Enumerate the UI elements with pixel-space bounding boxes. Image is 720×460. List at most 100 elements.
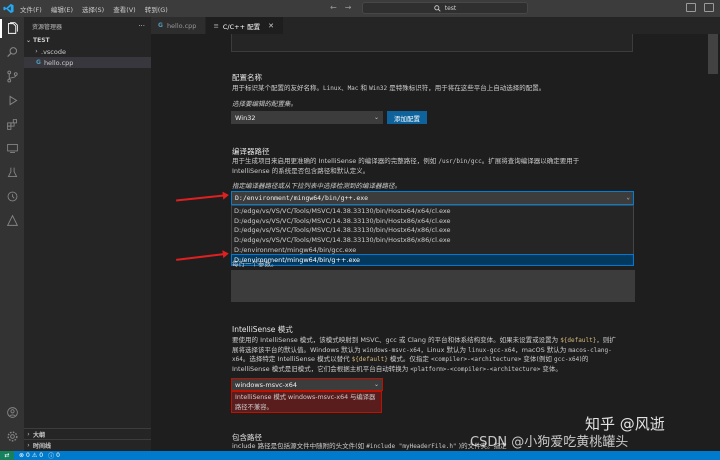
forward-arrow-icon[interactable]: → xyxy=(345,3,352,12)
chevron-right-icon: › xyxy=(27,441,30,449)
intellisense-mode-description: 要使用的 IntelliSense 模式，该模式映射到 MSVC、gcc 或 C… xyxy=(232,336,616,373)
activity-bar xyxy=(0,17,24,451)
back-arrow-icon[interactable]: ← xyxy=(330,3,337,12)
cpp-file-icon: G xyxy=(158,22,163,29)
config-select-value: Win32 xyxy=(235,113,256,122)
active-indicator xyxy=(0,19,2,38)
run-debug-icon[interactable] xyxy=(5,93,19,107)
config-select[interactable]: Win32 ⌄ xyxy=(231,111,383,124)
timeline-label: 时间线 xyxy=(33,442,52,450)
settings-gear-icon[interactable] xyxy=(5,429,19,443)
toggle-sidebar-icon[interactable] xyxy=(686,3,696,12)
config-name-title: 配置名称 xyxy=(232,73,262,82)
chevron-down-icon: ⌄ xyxy=(373,114,379,121)
layout-controls xyxy=(686,3,714,12)
compiler-path-combobox[interactable]: D:/environment/mingw64/bin/g++.exe ⌄ xyxy=(231,191,634,205)
tree-item-label: .vscode xyxy=(41,47,66,56)
previous-input-box[interactable] xyxy=(231,34,633,52)
settings-file-icon: ≡ xyxy=(213,21,219,30)
dropdown-option[interactable]: D:/edge/vs/VS/VC/Tools/MSVC/14.38.33130/… xyxy=(232,235,633,245)
outline-section[interactable]: › 大纲 xyxy=(24,428,151,439)
dropdown-option[interactable]: D:/environment/mingw64/bin/gcc.exe xyxy=(232,245,633,255)
menu-edit[interactable]: 编辑(E) xyxy=(51,4,73,14)
intellisense-mode-value: windows-msvc-x64 xyxy=(235,380,297,389)
intellisense-error-message: IntelliSense 模式 windows-msvc-x64 与编译器路径不… xyxy=(231,391,382,413)
menu-bar: 文件(F) 编辑(E) 选择(S) 查看(V) 转到(G) xyxy=(20,4,168,14)
remote-explorer-icon[interactable] xyxy=(5,141,19,155)
compiler-args-textarea[interactable] xyxy=(231,270,635,302)
chevron-down-icon: ⌄ xyxy=(626,194,630,201)
sidebar-title: 资源管理器 xyxy=(32,23,63,31)
folder-root-label: TEST xyxy=(33,37,50,44)
info-count: 0 xyxy=(56,452,60,459)
account-icon[interactable] xyxy=(5,405,19,419)
close-icon[interactable]: ✕ xyxy=(268,22,274,30)
search-icon xyxy=(434,4,441,12)
config-editor: 配置名称 用于标识某个配置的友好名称。Linux、Mac 和 Win32 是特殊… xyxy=(151,34,720,451)
csdn-watermark: CSDN @小狗爱吃黄桃罐头 xyxy=(470,435,629,450)
tab-hello-cpp[interactable]: G hello.cpp xyxy=(151,17,207,34)
testing-icon[interactable] xyxy=(5,165,19,179)
tab-cpp-config[interactable]: ≡ C/C++ 配置 ✕ xyxy=(206,17,284,34)
compiler-args-hint: 每行一个参数。 xyxy=(232,260,278,268)
editor-tabs: G hello.cpp ≡ C/C++ 配置 ✕ xyxy=(151,17,720,34)
menu-selection[interactable]: 选择(S) xyxy=(82,4,104,14)
warning-count: 0 xyxy=(39,452,44,459)
status-bar: ⇄ ⊗ 0 ⚠ 0 ⓘ 0 xyxy=(0,451,720,460)
more-actions-icon[interactable]: ··· xyxy=(138,22,145,30)
add-configuration-button[interactable]: 添加配置 xyxy=(387,111,427,124)
source-control-icon[interactable] xyxy=(5,69,19,83)
info-icon: ⓘ xyxy=(48,453,55,460)
annotation-arrow xyxy=(176,253,224,261)
intellisense-mode-select[interactable]: windows-msvc-x64 ⌄ xyxy=(231,378,383,391)
tree-item-label: hello.cpp xyxy=(43,58,74,67)
outline-label: 大纲 xyxy=(33,431,46,439)
info-indicator[interactable]: ⓘ 0 xyxy=(48,451,60,460)
explorer-icon[interactable] xyxy=(5,21,19,35)
tab-label: C/C++ 配置 xyxy=(222,22,261,31)
config-name-description: 用于标识某个配置的友好名称。Linux、Mac 和 Win32 是特殊标识符，用… xyxy=(232,84,546,92)
search-icon[interactable] xyxy=(5,45,19,59)
title-bar: 文件(F) 编辑(E) 选择(S) 查看(V) 转到(G) ← → test xyxy=(0,0,720,17)
dropdown-option[interactable]: D:/edge/vs/VS/VC/Tools/MSVC/14.38.33130/… xyxy=(232,206,633,216)
command-center-search[interactable]: test xyxy=(362,2,528,14)
compiler-path-prompt: 指定编译器路径或从下拉列表中选择检测到的编译器路径。 xyxy=(232,182,401,190)
chevron-down-icon: ⌄ xyxy=(25,37,32,44)
extensions-icon[interactable] xyxy=(5,117,19,131)
error-icon: ⊗ xyxy=(19,452,25,459)
error-count: 0 xyxy=(26,452,30,459)
toggle-panel-icon[interactable] xyxy=(704,3,714,12)
compiler-path-dropdown: D:/edge/vs/VS/VC/Tools/MSVC/14.38.33130/… xyxy=(231,205,634,266)
chevron-down-icon: ⌄ xyxy=(373,381,379,388)
compiler-path-description: 用于生成项目来启用更准确的 IntelliSense 的编译器的完整路径，例如 … xyxy=(232,157,580,175)
chevron-right-icon: › xyxy=(27,430,30,438)
command-center-text: test xyxy=(444,4,457,12)
tree-item-hello-cpp[interactable]: G hello.cpp xyxy=(24,57,151,68)
tab-label: hello.cpp xyxy=(166,21,197,30)
compiler-path-title: 编译器路径 xyxy=(232,147,270,156)
remote-indicator-icon[interactable]: ⇄ xyxy=(0,451,14,460)
dropdown-option-selected[interactable]: D:/environment/mingw64/bin/g++.exe xyxy=(231,254,634,266)
annotation-arrow xyxy=(176,194,224,202)
sidebar-header: 资源管理器 ··· xyxy=(24,17,151,35)
editor-scrollbar[interactable] xyxy=(708,34,718,74)
menu-view[interactable]: 查看(V) xyxy=(113,4,136,14)
menu-file[interactable]: 文件(F) xyxy=(20,4,42,14)
tree-item-vscode[interactable]: › .vscode xyxy=(24,46,151,57)
dropdown-option[interactable]: D:/edge/vs/VS/VC/Tools/MSVC/14.38.33130/… xyxy=(232,216,633,226)
problems-indicator[interactable]: ⊗ 0 ⚠ 0 xyxy=(19,452,43,459)
dropdown-option[interactable]: D:/edge/vs/VS/VC/Tools/MSVC/14.38.33130/… xyxy=(232,226,633,236)
timeline-icon[interactable] xyxy=(5,189,19,203)
intellisense-mode-title: IntelliSense 模式 xyxy=(232,325,293,334)
warning-icon: ⚠ xyxy=(31,452,38,459)
explorer-sidebar: 资源管理器 ··· ⌄ TEST › .vscode G hello.cpp ›… xyxy=(24,17,151,451)
cmake-icon[interactable] xyxy=(5,213,19,227)
folder-root[interactable]: ⌄ TEST xyxy=(24,35,151,46)
compiler-path-value: D:/environment/mingw64/bin/g++.exe xyxy=(235,194,369,202)
chevron-right-icon: › xyxy=(35,48,38,55)
cpp-file-icon: G xyxy=(36,59,41,66)
menu-goto[interactable]: 转到(G) xyxy=(145,4,168,14)
nav-arrows: ← → xyxy=(330,3,351,12)
vscode-logo-icon xyxy=(0,0,17,17)
timeline-section[interactable]: › 时间线 xyxy=(24,439,151,450)
